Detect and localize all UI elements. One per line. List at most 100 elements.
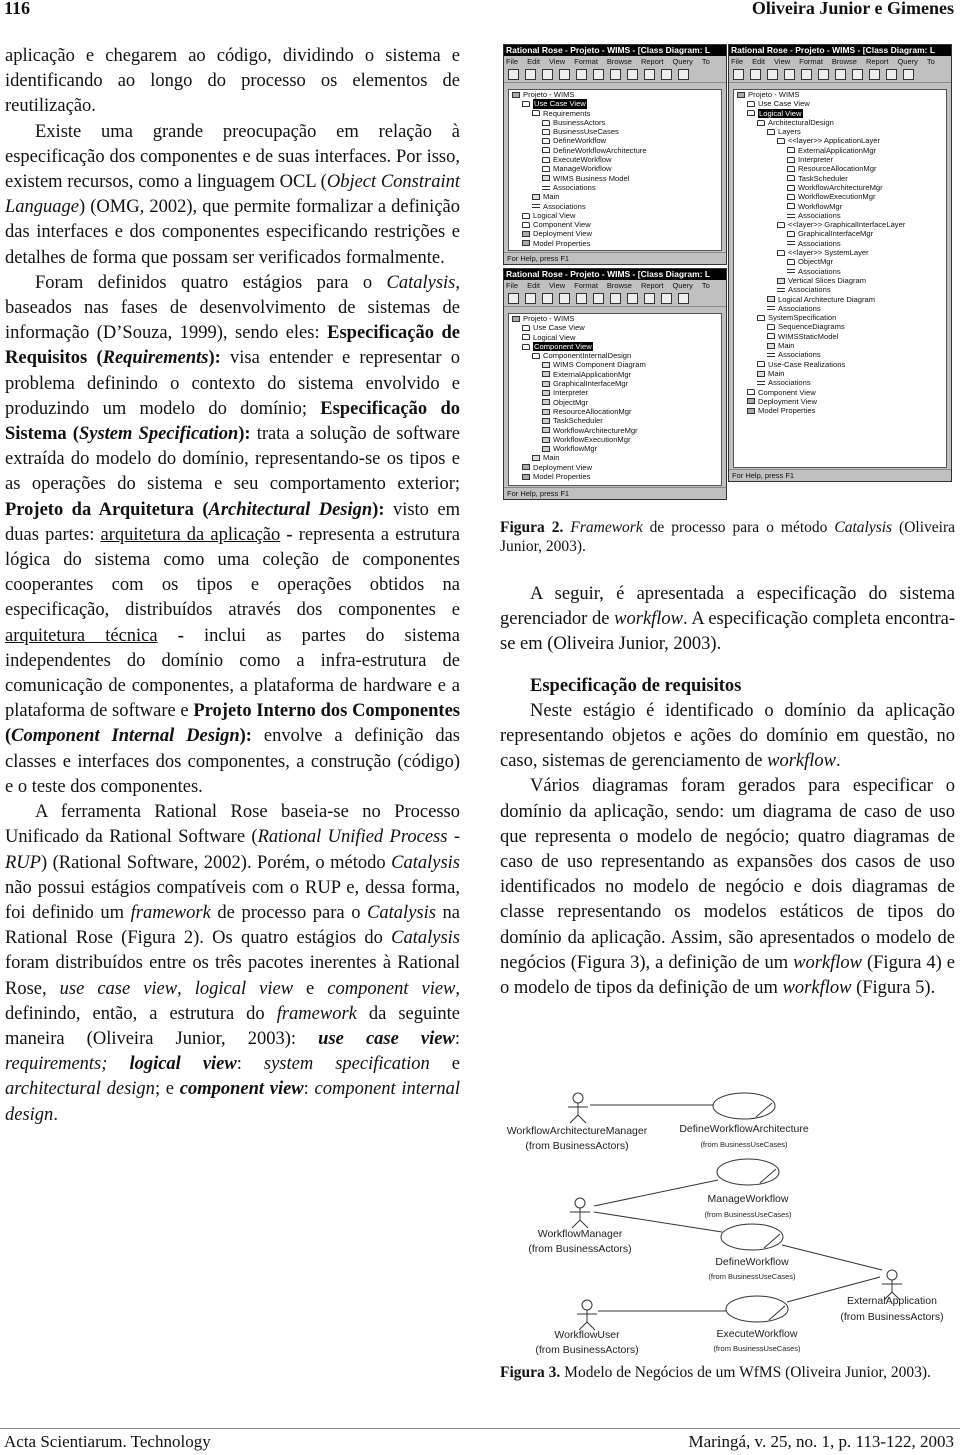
- tree-item[interactable]: SequenceDiagrams: [734, 322, 946, 331]
- tree-item[interactable]: Projeto - WIMS: [734, 90, 946, 99]
- tree-item[interactable]: Associations: [734, 211, 946, 220]
- tree-item[interactable]: WIMSStaticModel: [734, 332, 946, 341]
- tree-item[interactable]: Associations: [734, 267, 946, 276]
- tree-item[interactable]: WIMS Component Diagram: [509, 360, 721, 369]
- tree-item[interactable]: Vertical Slices Diagram: [734, 276, 946, 285]
- tree-item[interactable]: <<layer>> ApplicationLayer: [734, 136, 946, 145]
- tree-item[interactable]: Logical Architecture Diagram: [734, 295, 946, 304]
- tree-item[interactable]: Model Properties: [509, 239, 721, 248]
- toolbar-button-icon[interactable]: [559, 69, 570, 80]
- toolbar-button-icon[interactable]: [835, 69, 846, 80]
- tree-item[interactable]: Associations: [734, 304, 946, 313]
- tree-item[interactable]: WorkflowArchitectureMgr: [509, 426, 721, 435]
- toolbar-button-icon[interactable]: [784, 69, 795, 80]
- tree-item[interactable]: WIMS Business Model: [509, 174, 721, 183]
- tree-item[interactable]: Use Case View: [734, 99, 946, 108]
- tree-item[interactable]: GraphicalInterfaceMgr: [734, 229, 946, 238]
- toolbar-button-icon[interactable]: [593, 69, 604, 80]
- menu-item[interactable]: Format: [574, 57, 598, 66]
- toolbar-button-icon[interactable]: [542, 293, 553, 304]
- toolbar-button-icon[interactable]: [886, 69, 897, 80]
- tree-item[interactable]: Model Properties: [509, 472, 721, 481]
- tree-item[interactable]: Use Case View: [509, 99, 721, 109]
- tree-item[interactable]: Interpreter: [509, 388, 721, 397]
- toolbar-button-icon[interactable]: [627, 293, 638, 304]
- tree-item[interactable]: Deployment View: [509, 229, 721, 238]
- toolbar-button-icon[interactable]: [801, 69, 812, 80]
- tree-item[interactable]: <<layer>> SystemLayer: [734, 248, 946, 257]
- menu-item[interactable]: Query: [897, 57, 917, 66]
- tree-item[interactable]: WorkflowArchitectureMgr: [734, 183, 946, 192]
- tree-item[interactable]: ComponentInternalDesign: [509, 351, 721, 360]
- tree-item[interactable]: BusinessActors: [509, 118, 721, 127]
- toolbar-button-icon[interactable]: [767, 69, 778, 80]
- menu-item[interactable]: File: [731, 57, 743, 66]
- menu-item[interactable]: Format: [799, 57, 823, 66]
- menu-item[interactable]: To: [702, 281, 710, 290]
- menu-item[interactable]: To: [927, 57, 935, 66]
- tree-item[interactable]: WorkflowExecutionMgr: [734, 192, 946, 201]
- toolbar-button-icon[interactable]: [852, 69, 863, 80]
- tree-item[interactable]: Logical View: [734, 108, 946, 118]
- tree-item[interactable]: Main: [509, 192, 721, 201]
- menu-item[interactable]: Report: [866, 57, 889, 66]
- toolbar-button-icon[interactable]: [525, 293, 536, 304]
- tree-item[interactable]: ExternalApplicationMgr: [509, 370, 721, 379]
- menu-item[interactable]: Edit: [752, 57, 765, 66]
- menu-item[interactable]: Browse: [607, 281, 632, 290]
- tree-item[interactable]: Projeto - WIMS: [509, 90, 721, 99]
- toolbar-button-icon[interactable]: [903, 69, 914, 80]
- toolbar-button-icon[interactable]: [678, 293, 689, 304]
- tree-item[interactable]: ExternalApplicationMgr: [734, 146, 946, 155]
- tree-item[interactable]: ResourceAllocationMgr: [509, 407, 721, 416]
- toolbar-button-icon[interactable]: [508, 293, 519, 304]
- tree-item[interactable]: Deployment View: [734, 397, 946, 406]
- tree-item[interactable]: BusinessUseCases: [509, 127, 721, 136]
- menu-item[interactable]: Format: [574, 281, 598, 290]
- tree-item[interactable]: WorkflowExecutionMgr: [509, 435, 721, 444]
- tree-item[interactable]: Use Case View: [509, 323, 721, 332]
- toolbar-button-icon[interactable]: [610, 293, 621, 304]
- toolbar-button-icon[interactable]: [525, 69, 536, 80]
- toolbar-button-icon[interactable]: [644, 69, 655, 80]
- tree-item[interactable]: Main: [734, 341, 946, 350]
- tree-item[interactable]: ArchitecturalDesign: [734, 118, 946, 127]
- toolbar-button-icon[interactable]: [627, 69, 638, 80]
- toolbar-button-icon[interactable]: [678, 69, 689, 80]
- menu-item[interactable]: View: [549, 281, 565, 290]
- menu-item[interactable]: Edit: [527, 57, 540, 66]
- tree-item[interactable]: Associations: [734, 378, 946, 387]
- menu-item[interactable]: To: [702, 57, 710, 66]
- toolbar-button-icon[interactable]: [610, 69, 621, 80]
- toolbar-button-icon[interactable]: [818, 69, 829, 80]
- tree-item[interactable]: Associations: [734, 285, 946, 294]
- tree-item[interactable]: Layers: [734, 127, 946, 136]
- tree-item[interactable]: Projeto - WIMS: [509, 314, 721, 323]
- tree-item[interactable]: Associations: [734, 350, 946, 359]
- tree-item[interactable]: DefineWorkflow: [509, 136, 721, 145]
- tree-item[interactable]: Associations: [509, 183, 721, 192]
- toolbar-button-icon[interactable]: [661, 69, 672, 80]
- tree-item[interactable]: ExecuteWorkflow: [509, 155, 721, 164]
- tree-item[interactable]: DefineWorkflowArchitecture: [509, 146, 721, 155]
- toolbar-button-icon[interactable]: [750, 69, 761, 80]
- tree-item[interactable]: Main: [734, 369, 946, 378]
- tree-item[interactable]: Component View: [509, 220, 721, 229]
- toolbar-button-icon[interactable]: [593, 293, 604, 304]
- toolbar-button-icon[interactable]: [661, 293, 672, 304]
- toolbar-button-icon[interactable]: [644, 293, 655, 304]
- tree-item[interactable]: Deployment View: [509, 463, 721, 472]
- tree-item[interactable]: Interpreter: [734, 155, 946, 164]
- tree-item[interactable]: Main: [509, 453, 721, 462]
- tree-item[interactable]: Logical View: [509, 211, 721, 220]
- tree-item[interactable]: ObjectMgr: [734, 257, 946, 266]
- menu-item[interactable]: View: [774, 57, 790, 66]
- menu-item[interactable]: File: [506, 57, 518, 66]
- tree-item[interactable]: Associations: [734, 239, 946, 248]
- toolbar-button-icon[interactable]: [869, 69, 880, 80]
- tree-item[interactable]: TaskScheduler: [509, 416, 721, 425]
- toolbar-button-icon[interactable]: [542, 69, 553, 80]
- tree-item[interactable]: WorkflowMgr: [734, 202, 946, 211]
- menu-item[interactable]: Query: [672, 57, 692, 66]
- menu-item[interactable]: Report: [641, 281, 664, 290]
